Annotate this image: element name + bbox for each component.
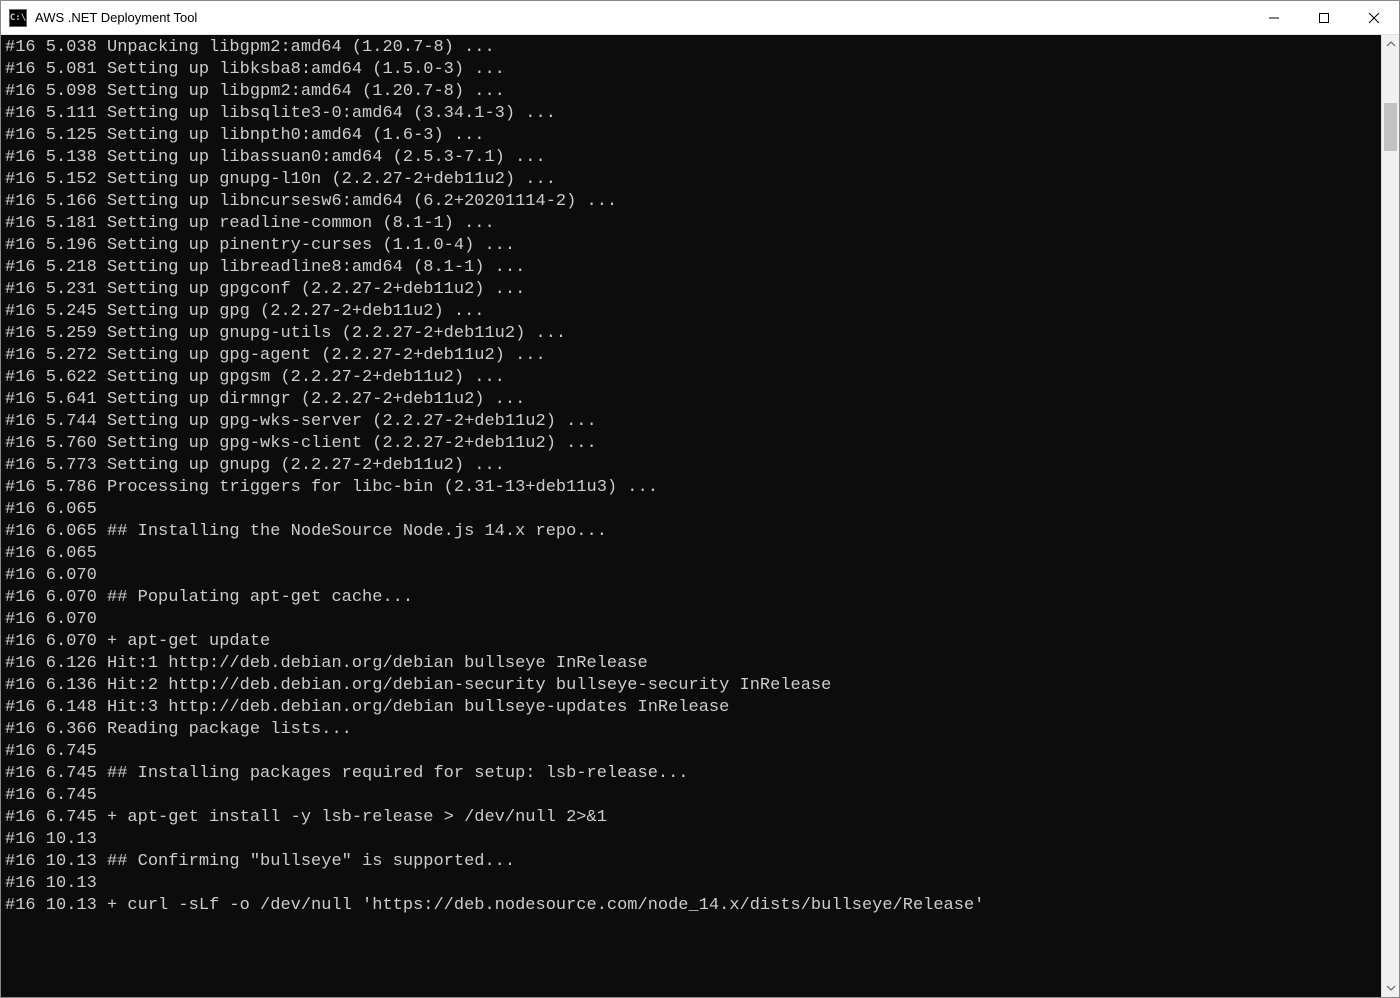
scroll-up-arrow[interactable] xyxy=(1382,35,1399,53)
window-titlebar: C:\ AWS .NET Deployment Tool xyxy=(1,1,1399,35)
vertical-scrollbar[interactable] xyxy=(1381,35,1399,997)
terminal-output[interactable]: #16 5.038 Unpacking libgpm2:amd64 (1.20.… xyxy=(1,35,1381,997)
window-controls xyxy=(1249,1,1399,34)
chevron-down-icon xyxy=(1386,983,1396,993)
chevron-up-icon xyxy=(1386,39,1396,49)
minimize-icon xyxy=(1268,12,1280,24)
maximize-button[interactable] xyxy=(1299,1,1349,34)
scroll-down-arrow[interactable] xyxy=(1382,979,1399,997)
window-title: AWS .NET Deployment Tool xyxy=(35,10,197,25)
maximize-icon xyxy=(1318,12,1330,24)
close-icon xyxy=(1368,12,1380,24)
terminal-container: #16 5.038 Unpacking libgpm2:amd64 (1.20.… xyxy=(1,35,1399,997)
app-icon: C:\ xyxy=(9,9,27,27)
minimize-button[interactable] xyxy=(1249,1,1299,34)
scroll-thumb[interactable] xyxy=(1384,103,1397,151)
close-button[interactable] xyxy=(1349,1,1399,34)
titlebar-left: C:\ AWS .NET Deployment Tool xyxy=(9,9,197,27)
